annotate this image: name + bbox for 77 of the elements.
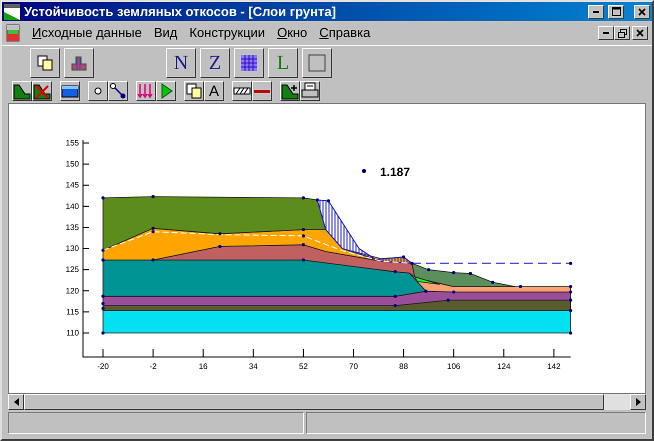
minimize-icon bbox=[593, 10, 599, 12]
slope-delete-icon bbox=[33, 82, 51, 100]
copy-icon bbox=[185, 82, 203, 100]
toolbar-button[interactable] bbox=[156, 81, 176, 101]
menu-item[interactable]: Справка bbox=[313, 23, 376, 43]
printer-icon bbox=[301, 82, 319, 100]
scroll-left-button[interactable] bbox=[8, 394, 24, 410]
close-button[interactable] bbox=[632, 26, 648, 40]
slope-add-icon bbox=[281, 82, 299, 100]
document-icon bbox=[6, 24, 20, 42]
minimize-button[interactable] bbox=[588, 4, 604, 18]
copy-icon bbox=[36, 54, 54, 72]
toolbar-button[interactable] bbox=[60, 81, 80, 101]
profile-icon bbox=[70, 54, 88, 72]
restore-icon bbox=[618, 28, 626, 38]
left-arrow-icon bbox=[14, 398, 18, 406]
toolbar-button[interactable] bbox=[108, 81, 128, 101]
minimize-icon bbox=[603, 32, 609, 34]
toolbar-button[interactable] bbox=[280, 81, 300, 101]
axis-tick-label: 52 bbox=[298, 362, 308, 371]
loads-icon bbox=[137, 82, 155, 100]
axis-tick-label: 16 bbox=[198, 362, 208, 371]
link-icon bbox=[109, 82, 127, 100]
toolbar-button[interactable] bbox=[184, 81, 204, 101]
toolbar-button[interactable] bbox=[136, 81, 156, 101]
axis-tick-label: 135 bbox=[66, 222, 79, 232]
toolbar-button[interactable] bbox=[302, 48, 332, 78]
axis-tick-label: 140 bbox=[66, 202, 79, 211]
toolbar-button[interactable] bbox=[12, 81, 32, 101]
factor-marker-icon bbox=[362, 169, 366, 173]
toolbar-button[interactable] bbox=[64, 48, 94, 78]
toolbar-button[interactable] bbox=[32, 81, 52, 101]
maximize-button[interactable] bbox=[608, 4, 624, 18]
close-button[interactable] bbox=[634, 4, 650, 18]
toolbar-button[interactable] bbox=[300, 81, 320, 101]
menu-item[interactable]: Конструкции bbox=[183, 23, 272, 43]
menu-item[interactable]: Окно bbox=[271, 23, 314, 43]
scroll-right-button[interactable] bbox=[630, 394, 646, 410]
safety-factor-label: 1.187 bbox=[380, 165, 410, 179]
axis-tick-label: 130 bbox=[66, 244, 79, 254]
axis-tick-label: -20 bbox=[97, 362, 109, 371]
axis-tick-label: 155 bbox=[66, 138, 79, 148]
line-icon bbox=[254, 90, 270, 92]
menu-item[interactable]: Исходные данные bbox=[26, 23, 148, 43]
axis-tick-label: 124 bbox=[497, 362, 510, 371]
maximize-icon bbox=[612, 7, 620, 16]
toolbar-button[interactable] bbox=[88, 81, 108, 101]
grid-icon bbox=[240, 54, 258, 72]
toolbar-button[interactable] bbox=[252, 81, 272, 101]
letter-button[interactable]: Z bbox=[200, 48, 230, 78]
window-title: Устойчивость земляных откосов - [Слои грунта] bbox=[24, 2, 337, 21]
axis-tick-label: 106 bbox=[447, 362, 460, 371]
app-icon bbox=[4, 4, 20, 20]
toolbar-button[interactable] bbox=[232, 81, 252, 101]
axis-tick-label: 145 bbox=[66, 180, 79, 190]
square-icon bbox=[308, 54, 326, 72]
toolbar-button[interactable] bbox=[30, 48, 60, 78]
close-icon bbox=[636, 29, 644, 37]
axis-tick-label: 120 bbox=[66, 286, 79, 296]
close-icon bbox=[638, 8, 646, 16]
axis-tick-label: 115 bbox=[66, 307, 79, 316]
axis-tick-label: 70 bbox=[349, 362, 358, 371]
minimize-button[interactable] bbox=[598, 26, 614, 40]
restore-button[interactable] bbox=[614, 26, 630, 40]
axis-tick-label: 110 bbox=[66, 328, 79, 338]
slope-icon bbox=[13, 82, 31, 100]
axis-tick-label: 150 bbox=[66, 160, 79, 169]
axis-tick-label: 125 bbox=[66, 265, 79, 274]
letter-button[interactable]: N bbox=[166, 48, 196, 78]
axis-tick-label: 34 bbox=[248, 362, 258, 371]
toolbar-button[interactable] bbox=[234, 48, 264, 78]
letter-button[interactable]: A bbox=[204, 81, 224, 101]
axis-tick-label: 142 bbox=[547, 362, 561, 371]
axis-tick-label: 88 bbox=[399, 362, 408, 371]
menu-item[interactable]: Вид bbox=[148, 23, 184, 43]
right-arrow-icon bbox=[636, 398, 640, 406]
axis-tick-label: -2 bbox=[150, 362, 157, 371]
